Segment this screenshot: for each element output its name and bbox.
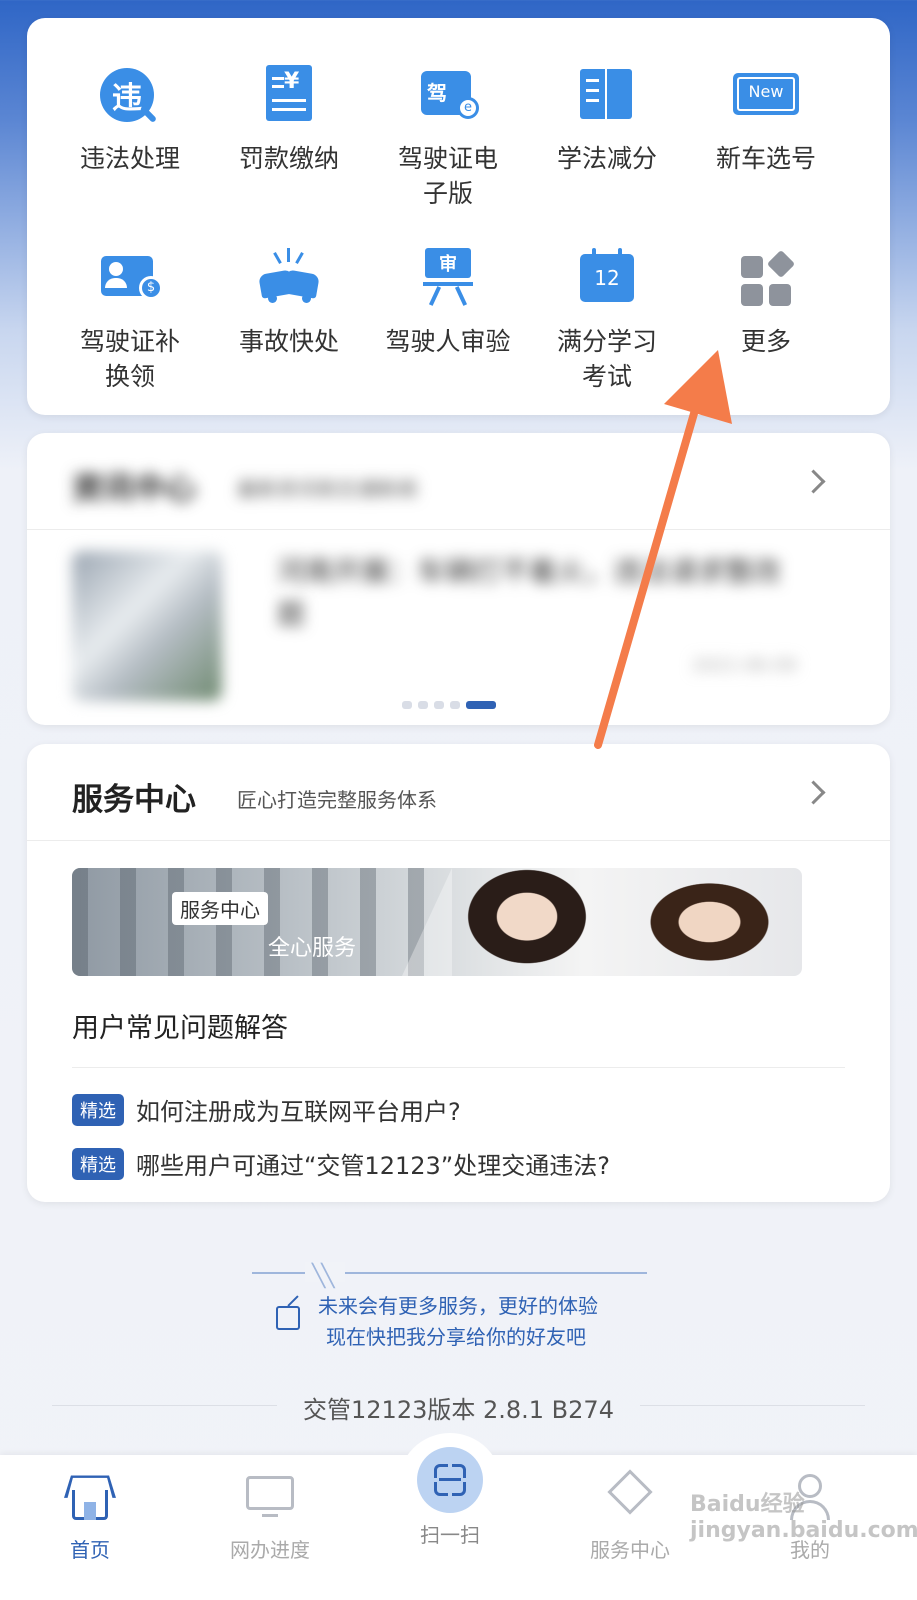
- new-plate-icon: New: [731, 63, 801, 133]
- service-label: 学法减分: [556, 144, 657, 173]
- service-center-subtitle: 匠心打造完整服务体系: [237, 788, 437, 812]
- monitor-icon: [242, 1470, 298, 1526]
- divider: [27, 840, 890, 841]
- baidu-watermark: Baidu经验 jingyan.baidu.com: [690, 1492, 917, 1543]
- news-thumbnail[interactable]: [72, 551, 222, 701]
- service-banner[interactable]: 服务中心 全心服务: [72, 868, 802, 976]
- service-label: 驾驶证补 换领: [79, 327, 180, 391]
- calendar-exam-icon: 12: [572, 246, 642, 316]
- service-study-points[interactable]: 学法减分: [532, 63, 682, 176]
- service-label: 违法处理: [79, 144, 180, 173]
- driver-review-icon: 审: [413, 246, 483, 316]
- news-title: 资讯中心: [72, 471, 196, 507]
- faq-question: 哪些用户可通过“交管12123”处理交通违法?: [136, 1152, 610, 1180]
- share-button[interactable]: 未来会有更多服务，更好的体验 现在快把我分享给你的好友吧: [270, 1290, 650, 1350]
- nav-label: 扫一扫: [420, 1523, 480, 1547]
- service-label: 满分学习 考试: [556, 327, 657, 391]
- faq-title: 用户常见问题解答: [72, 1013, 288, 1044]
- divider: [27, 529, 890, 530]
- service-label: 新车选号: [715, 144, 816, 173]
- service-fine[interactable]: ¥ 罚款缴纳: [214, 63, 364, 176]
- nav-progress[interactable]: 网办进度: [205, 1470, 335, 1563]
- carousel-dot-active[interactable]: [466, 701, 496, 709]
- service-new-plate[interactable]: New 新车选号: [691, 63, 841, 176]
- nav-label: 首页: [70, 1538, 110, 1562]
- fine-receipt-icon: ¥: [254, 63, 324, 133]
- service-label: 更多: [740, 327, 791, 356]
- service-center-title: 服务中心: [72, 782, 196, 818]
- accident-icon: [254, 246, 324, 316]
- news-card[interactable]: 资讯中心 最新资讯和交通新闻 河南开展：车辆打不着火，违法请求整改 题 2021…: [27, 433, 890, 725]
- violation-icon: 违: [95, 63, 165, 133]
- share-line1: 未来会有更多服务，更好的体验: [318, 1294, 598, 1318]
- banner-caption: 全心服务: [268, 936, 357, 961]
- chevron-right-icon[interactable]: [801, 780, 826, 805]
- chevron-right-icon[interactable]: [801, 469, 826, 494]
- agent-photo-2: [642, 868, 792, 976]
- nav-label: 网办进度: [230, 1538, 310, 1562]
- carousel-dot[interactable]: [434, 701, 444, 709]
- service-label: 事故快处: [238, 327, 339, 356]
- e-license-icon: 驾 e: [413, 63, 483, 133]
- share-icon: [276, 1306, 300, 1330]
- service-full-score-exam[interactable]: 12 满分学习 考试: [532, 246, 682, 394]
- carousel-dot[interactable]: [450, 701, 460, 709]
- services-card: 违 违法处理 ¥ 罚款缴纳 驾 e 驾驶证电 子版 学法减分 New 新车选号 …: [27, 18, 890, 415]
- service-accident[interactable]: 事故快处: [214, 246, 364, 359]
- service-icon: [602, 1469, 658, 1526]
- faq-item[interactable]: 精选 如何注册成为互联网平台用户?: [72, 1092, 461, 1127]
- news-headline[interactable]: 河南开展：车辆打不着火，违法请求整改: [277, 551, 837, 593]
- faq-item[interactable]: 精选 哪些用户可通过“交管12123”处理交通违法?: [72, 1146, 610, 1181]
- share-slash-icon: ╲╲: [312, 1264, 334, 1289]
- nav-label: 服务中心: [590, 1538, 670, 1562]
- license-renew-icon: $: [95, 246, 165, 316]
- carousel-dots: [402, 701, 522, 709]
- service-more[interactable]: 更多: [691, 246, 841, 359]
- service-driver-review[interactable]: 审 驾驶人审验: [373, 246, 523, 359]
- nav-scan[interactable]: 扫一扫: [385, 1447, 515, 1548]
- faq-question: 如何注册成为互联网平台用户?: [136, 1098, 461, 1126]
- news-date: 2021-06-09: [692, 655, 797, 676]
- service-label: 驾驶证电 子版: [397, 144, 498, 208]
- service-license-renew[interactable]: $ 驾驶证补 换领: [55, 246, 205, 394]
- scan-icon: [417, 1447, 483, 1513]
- carousel-dot[interactable]: [402, 701, 412, 709]
- divider: [640, 1405, 865, 1406]
- service-label: 罚款缴纳: [238, 144, 339, 173]
- version-text: 交管12123版本 2.8.1 B274: [303, 1396, 614, 1424]
- nav-home[interactable]: 首页: [25, 1470, 155, 1563]
- more-grid-icon: [731, 246, 801, 316]
- divider: [72, 1067, 845, 1068]
- featured-badge: 精选: [72, 1147, 124, 1180]
- carousel-dot[interactable]: [418, 701, 428, 709]
- banner-tag: 服务中心: [172, 892, 268, 925]
- service-label: 驾驶人审验: [385, 327, 511, 356]
- nav-service-center[interactable]: 服务中心: [565, 1469, 695, 1563]
- service-violation[interactable]: 违 违法处理: [55, 63, 205, 176]
- service-e-license[interactable]: 驾 e 驾驶证电 子版: [373, 63, 523, 211]
- home-icon: [62, 1470, 118, 1526]
- service-center-card: 服务中心 匠心打造完整服务体系 服务中心 全心服务 用户常见问题解答 精选 如何…: [27, 744, 890, 1202]
- share-line2: 现在快把我分享给你的好友吧: [326, 1325, 586, 1349]
- news-headline-cont: 题: [277, 598, 306, 631]
- book-icon: [572, 63, 642, 133]
- agent-photo-1: [452, 868, 602, 976]
- news-subtitle: 最新资讯和交通新闻: [237, 477, 417, 501]
- featured-badge: 精选: [72, 1093, 124, 1126]
